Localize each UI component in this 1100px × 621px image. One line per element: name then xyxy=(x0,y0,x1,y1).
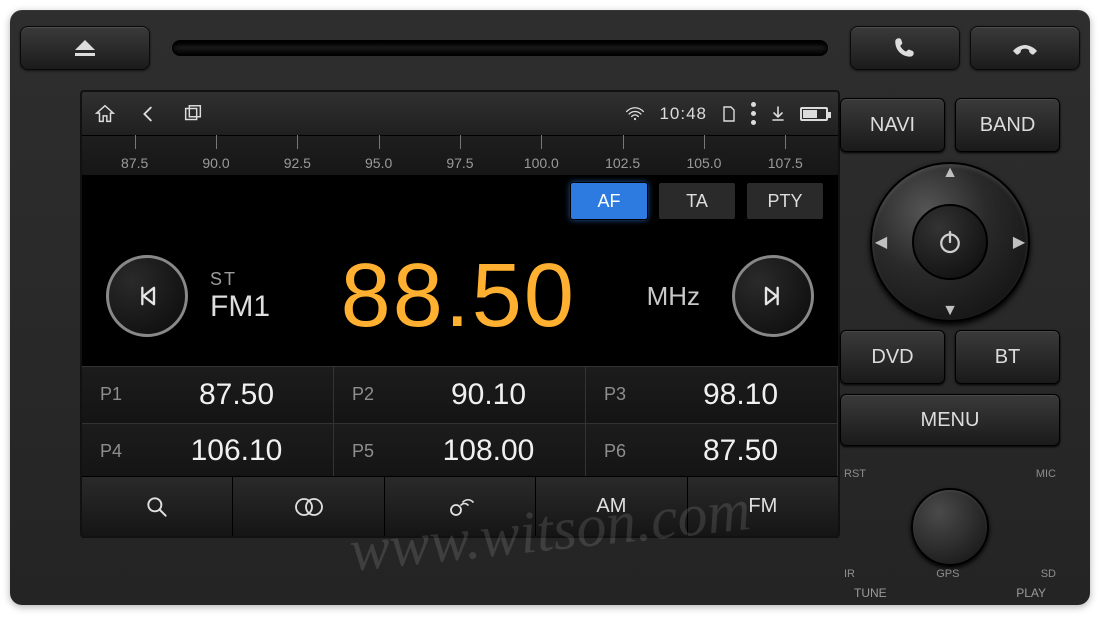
top-physical-bar xyxy=(20,18,1080,78)
ruler-tick: 95.0 xyxy=(338,155,419,171)
am-soft-button[interactable]: AM xyxy=(536,477,687,536)
ruler-tick: 90.0 xyxy=(175,155,256,171)
power-button[interactable] xyxy=(912,204,988,280)
stereo-soft-button[interactable] xyxy=(233,477,384,536)
main-dial[interactable]: ▲ ▼ ◀ ▶ xyxy=(870,162,1030,322)
overflow-menu-icon[interactable] xyxy=(751,102,756,125)
rds-mode-row: AF TA PTY xyxy=(82,176,838,226)
navi-button[interactable]: NAVI xyxy=(840,98,945,152)
head-unit-bezel: 10:48 87.5 90.0 92.5 95.0 97.5 100.0 102… xyxy=(10,10,1090,605)
band-info: ST FM1 xyxy=(210,269,270,324)
ruler-tick: 100.0 xyxy=(501,155,582,171)
ruler-tick: 87.5 xyxy=(94,155,175,171)
ruler-tick: 97.5 xyxy=(419,155,500,171)
disc-slot xyxy=(172,40,828,56)
preset-5[interactable]: P5108.00 xyxy=(334,424,586,481)
preset-6[interactable]: P687.50 xyxy=(586,424,838,481)
dpad-left-icon[interactable]: ◀ xyxy=(868,229,894,255)
download-icon xyxy=(770,105,786,123)
ruler-tick: 107.5 xyxy=(745,155,826,171)
frequency-ruler[interactable]: 87.5 90.0 92.5 95.0 97.5 100.0 102.5 105… xyxy=(82,136,838,176)
band-button[interactable]: BAND xyxy=(955,98,1060,152)
dpad-up-icon[interactable]: ▲ xyxy=(937,160,963,186)
menu-button[interactable]: MENU xyxy=(840,394,1060,446)
dpad-down-icon[interactable]: ▼ xyxy=(937,298,963,324)
ta-button[interactable]: TA xyxy=(658,182,736,220)
sd-card-icon xyxy=(721,105,737,123)
ruler-tick: 102.5 xyxy=(582,155,663,171)
af-button[interactable]: AF xyxy=(570,182,648,220)
touchscreen: 10:48 87.5 90.0 92.5 95.0 97.5 100.0 102… xyxy=(80,90,840,538)
tune-knob[interactable] xyxy=(911,488,989,566)
band-name[interactable]: FM1 xyxy=(210,290,270,324)
stereo-label: ST xyxy=(210,269,270,290)
preset-2[interactable]: P290.10 xyxy=(334,367,586,424)
back-icon[interactable] xyxy=(136,101,162,127)
preset-4[interactable]: P4106.10 xyxy=(82,424,334,481)
dpad-right-icon[interactable]: ▶ xyxy=(1006,229,1032,255)
status-clock: 10:48 xyxy=(659,104,707,124)
seek-next-button[interactable] xyxy=(732,255,814,337)
fm-soft-button[interactable]: FM xyxy=(688,477,838,536)
call-hangup-button[interactable] xyxy=(970,26,1080,70)
dvd-button[interactable]: DVD xyxy=(840,330,945,384)
search-soft-button[interactable] xyxy=(82,477,233,536)
bt-button[interactable]: BT xyxy=(955,330,1060,384)
preset-1[interactable]: P187.50 xyxy=(82,367,334,424)
eject-button[interactable] xyxy=(20,26,150,70)
call-answer-button[interactable] xyxy=(850,26,960,70)
android-statusbar: 10:48 xyxy=(82,92,838,136)
side-button-column: NAVI BAND ▲ ▼ ◀ ▶ DVD BT MENU RSTMIC IRG… xyxy=(840,98,1060,598)
home-icon[interactable] xyxy=(92,101,118,127)
frequency-unit: MHz xyxy=(647,281,700,312)
recent-apps-icon[interactable] xyxy=(180,101,206,127)
main-frequency-row: ST FM1 88.50 MHz xyxy=(82,226,838,366)
seek-prev-button[interactable] xyxy=(106,255,188,337)
port-labels: RSTMIC xyxy=(840,468,1060,484)
preset-grid: P187.50 P290.10 P398.10 P4106.10 P5108.0… xyxy=(82,366,838,480)
lower-port-labels: IRGPSSD xyxy=(840,568,1060,584)
ruler-tick: 92.5 xyxy=(257,155,338,171)
ruler-tick: 105.0 xyxy=(663,155,744,171)
softbar: AM FM xyxy=(82,476,838,536)
wifi-icon xyxy=(625,106,645,122)
frequency-value: 88.50 xyxy=(292,245,625,348)
pty-button[interactable]: PTY xyxy=(746,182,824,220)
tune-play-labels: TUNEPLAY xyxy=(840,584,1060,600)
loc-dx-soft-button[interactable] xyxy=(385,477,536,536)
preset-3[interactable]: P398.10 xyxy=(586,367,838,424)
battery-icon xyxy=(800,107,828,121)
